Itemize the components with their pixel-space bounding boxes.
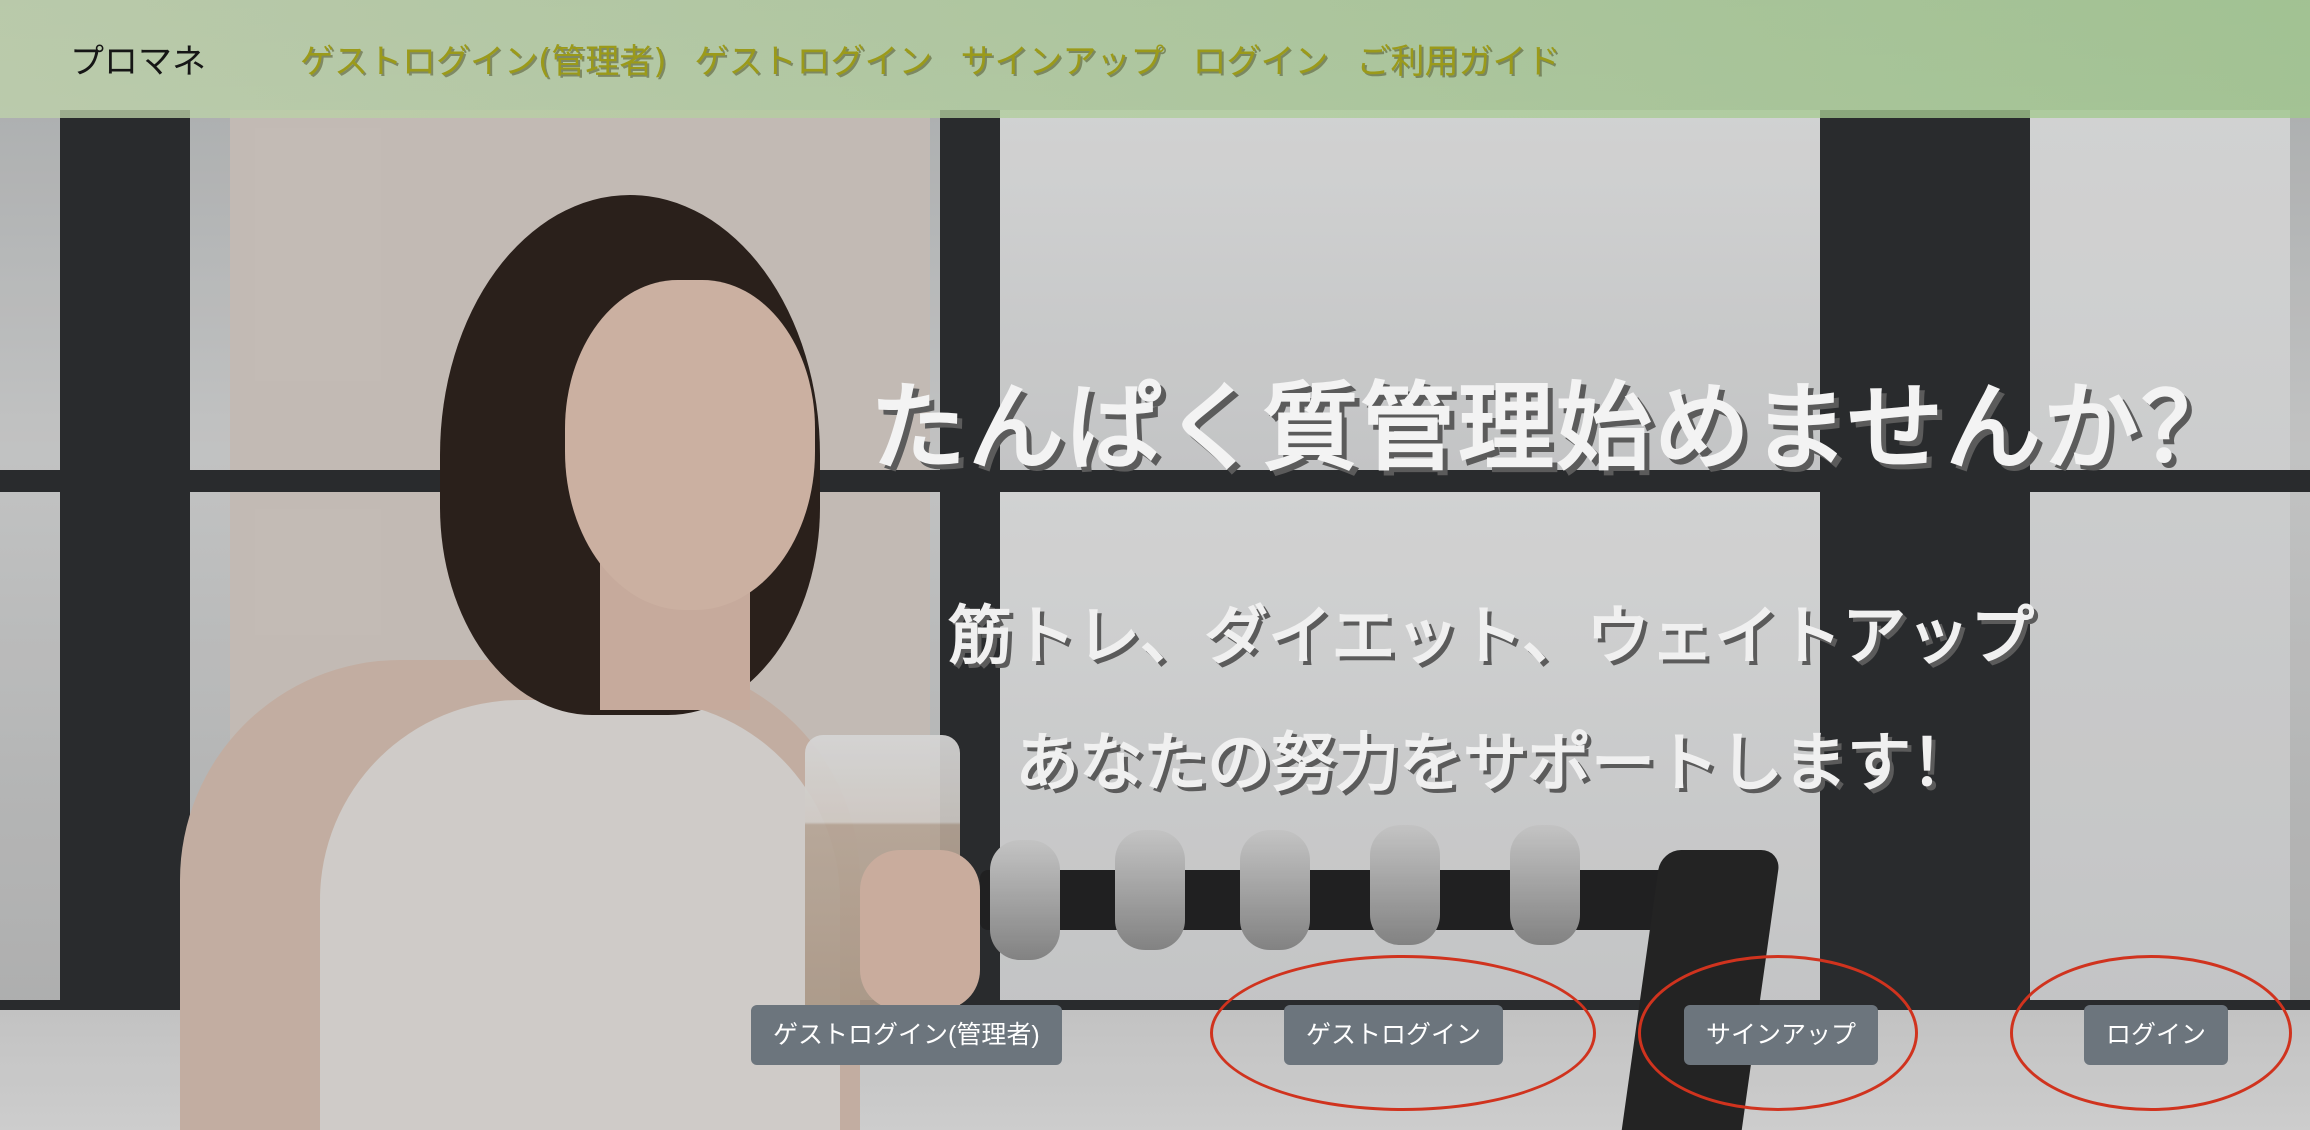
hero-subline-1: 筋トレ、ダイエット、ウェイトアップ <box>948 600 2035 674</box>
photo-overlay <box>0 0 2310 1130</box>
annotation-circle <box>1638 955 1918 1111</box>
nav-links: ゲストログイン(管理者) ゲストログイン サインアップ ログイン ご利用ガイド <box>300 34 1561 83</box>
nav-link-guest-login-admin[interactable]: ゲストログイン(管理者) <box>300 34 667 83</box>
brand-logo-link[interactable]: プロマネ <box>70 34 206 83</box>
hero-headline: たんぱく質管理始めませんか？ <box>870 372 2240 484</box>
nav-link-user-guide[interactable]: ご利用ガイド <box>1357 34 1561 83</box>
hero-subline-2: あなたの努力をサポートします！ <box>1015 727 1975 801</box>
nav-link-login[interactable]: ログイン <box>1193 34 1329 83</box>
hero-section: プロマネ ゲストログイン(管理者) ゲストログイン サインアップ ログイン ご利… <box>0 0 2310 1130</box>
nav-link-guest-login[interactable]: ゲストログイン <box>695 34 933 83</box>
annotation-circle <box>1210 955 1596 1111</box>
guest-login-admin-button[interactable]: ゲストログイン(管理者) <box>751 1005 1062 1065</box>
annotation-circle <box>2010 955 2292 1111</box>
top-navbar: プロマネ ゲストログイン(管理者) ゲストログイン サインアップ ログイン ご利… <box>0 0 2310 118</box>
nav-link-signup[interactable]: サインアップ <box>961 34 1165 83</box>
